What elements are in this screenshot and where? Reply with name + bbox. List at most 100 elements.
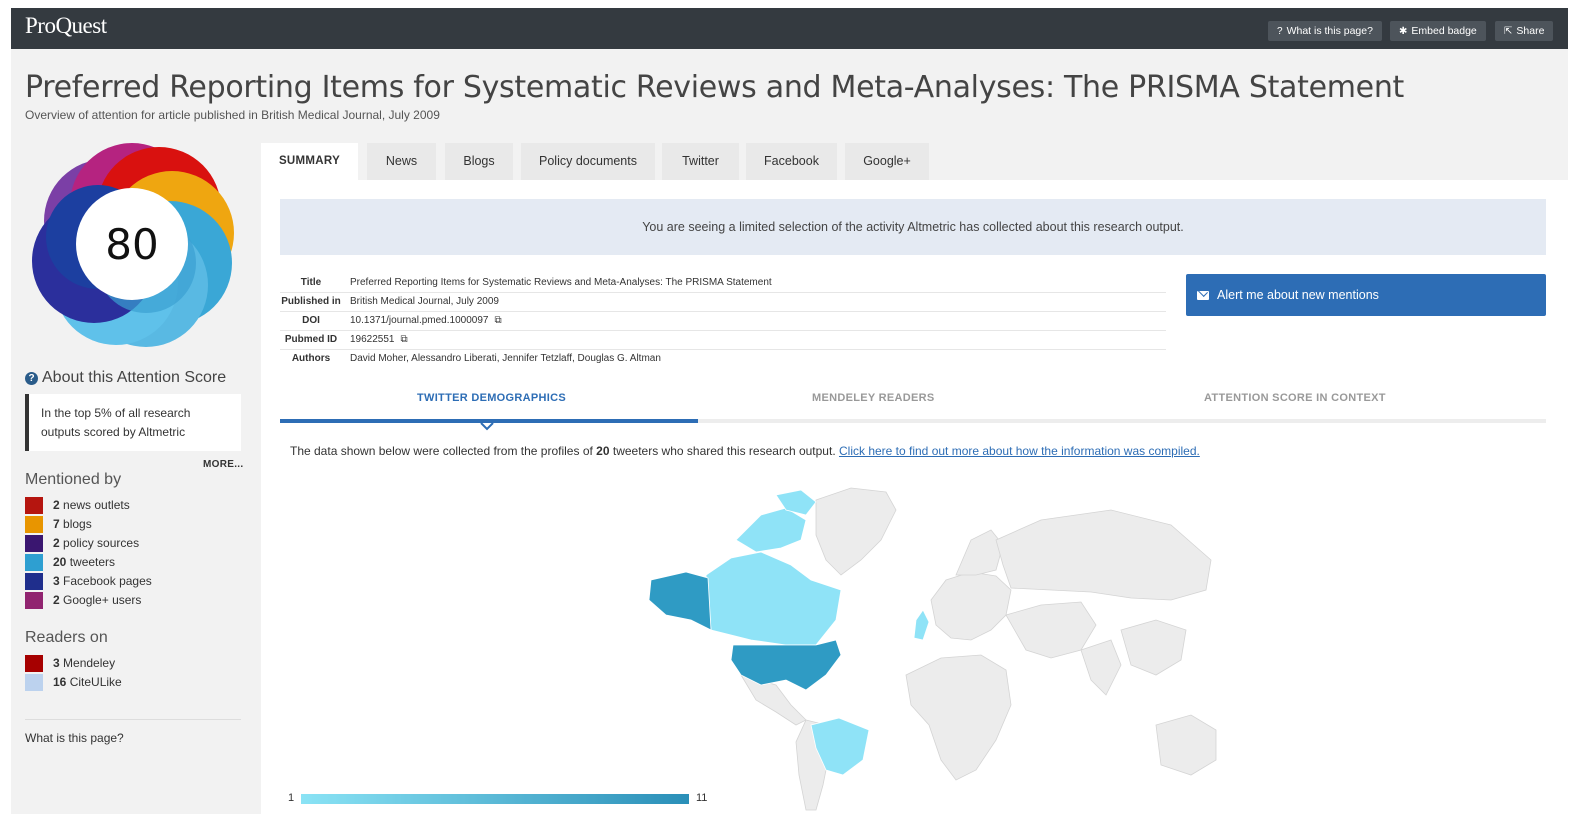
meta-value: British Medical Journal, July 2009 xyxy=(350,296,499,307)
meta-doi-link[interactable]: 10.1371/journal.pmed.1000097 ⧉ xyxy=(350,312,502,330)
mention-count: 20 xyxy=(53,555,67,569)
tab-facebook[interactable]: Facebook xyxy=(746,143,837,180)
meta-doi-row: DOI 10.1371/journal.pmed.1000097 ⧉ xyxy=(280,312,1166,331)
mention-count: 2 xyxy=(53,593,60,607)
about-score-label: About this Attention Score xyxy=(42,369,227,386)
reader-label: CiteULike xyxy=(69,675,122,689)
subtab-twitter-demographics[interactable]: TWITTER DEMOGRAPHICS xyxy=(417,392,566,404)
question-circle-icon: ? xyxy=(25,372,38,385)
mention-count: 7 xyxy=(53,517,60,531)
mention-label: Facebook pages xyxy=(63,574,152,588)
twitter-swatch xyxy=(25,554,43,571)
share-label: Share xyxy=(1516,25,1545,37)
mention-policy-sources[interactable]: 2 policy sources xyxy=(25,535,139,553)
meta-pubmed-row: Pubmed ID 19622551 ⧉ xyxy=(280,331,1166,350)
mention-google-plus-users[interactable]: 2 Google+ users xyxy=(25,592,141,610)
page-frame: ProQuest ? What is this page? ✱ Embed badg… xyxy=(11,8,1568,814)
readers-on-heading: Readers on xyxy=(25,629,108,646)
what-is-this-page-link[interactable]: What is this page? xyxy=(25,731,124,745)
readers-mendeley[interactable]: 3 Mendeley xyxy=(25,655,115,673)
meta-key: Authors xyxy=(291,353,331,364)
meta-key: Title xyxy=(300,277,322,288)
desc-text: The data shown below were collected from… xyxy=(290,444,597,458)
external-link-icon: ⧉ xyxy=(400,334,408,345)
article-metadata: Title Preferred Reporting Items for Syst… xyxy=(280,274,1166,369)
share-icon: ⇱ xyxy=(1504,26,1513,37)
tab-news[interactable]: News xyxy=(367,143,436,180)
mention-label: Google+ users xyxy=(63,593,142,607)
page-title: Preferred Reporting Items for Systematic… xyxy=(25,70,1405,105)
altmetric-donut[interactable]: 80 xyxy=(24,141,242,351)
mention-facebook-pages[interactable]: 3 Facebook pages xyxy=(25,573,152,591)
meta-authors-row: Authors David Moher, Alessandro Liberati… xyxy=(280,350,1166,369)
reader-count: 16 xyxy=(53,675,67,689)
mention-news-outlets[interactable]: 2 news outlets xyxy=(25,497,130,515)
legend-min: 1 xyxy=(288,792,295,804)
subtab-attention-score-in-context[interactable]: ATTENTION SCORE IN CONTEXT xyxy=(1204,392,1386,404)
mention-label: policy sources xyxy=(63,536,140,550)
meta-value: Preferred Reporting Items for Systematic… xyxy=(350,277,772,288)
tab-blogs[interactable]: Blogs xyxy=(445,143,513,180)
mention-tweeters[interactable]: 20 tweeters xyxy=(25,554,115,572)
embed-badge-label: Embed badge xyxy=(1411,25,1477,37)
top-bar: ProQuest ? What is this page? ✱ Embed badg… xyxy=(11,8,1568,49)
legend-gradient-bar xyxy=(301,794,689,804)
doi-value: 10.1371/journal.pmed.1000097 xyxy=(350,315,489,326)
mention-count: 2 xyxy=(53,536,60,550)
tab-google-plus[interactable]: Google+ xyxy=(845,143,929,180)
tweeter-count: 20 xyxy=(596,444,610,458)
mention-label: news outlets xyxy=(63,498,130,512)
desc-text: tweeters who shared this research output… xyxy=(609,444,839,458)
more-link[interactable]: MORE... xyxy=(203,459,243,470)
mention-blogs[interactable]: 7 blogs xyxy=(25,516,92,534)
sidebar-divider xyxy=(25,719,241,720)
subtab-mendeley-readers[interactable]: MENDELEY READERS xyxy=(812,392,935,404)
what-is-this-page-label: What is this page? xyxy=(1286,25,1373,37)
limited-selection-notice: You are seeing a limited selection of th… xyxy=(280,199,1546,255)
what-is-this-page-button[interactable]: ? What is this page? xyxy=(1268,21,1382,41)
meta-key: DOI xyxy=(302,315,320,326)
meta-key: Published in xyxy=(281,296,341,307)
mention-count: 3 xyxy=(53,574,60,588)
tab-summary[interactable]: SUMMARY xyxy=(261,143,358,180)
demographics-description: The data shown below were collected from… xyxy=(290,444,1200,458)
policy-swatch xyxy=(25,535,43,552)
pin-icon: ✱ xyxy=(1399,26,1408,37)
caret-down-icon xyxy=(480,422,494,431)
reader-count: 3 xyxy=(53,656,60,670)
pubmed-value: 19622551 xyxy=(350,334,395,345)
score-summary: In the top 5% of all research outputs sc… xyxy=(25,394,241,451)
mention-label: tweeters xyxy=(69,555,116,569)
blogs-swatch xyxy=(25,516,43,533)
meta-value: David Moher, Alessandro Liberati, Jennif… xyxy=(350,353,661,364)
meta-pubmed-link[interactable]: 19622551 ⧉ xyxy=(350,331,408,349)
world-map[interactable] xyxy=(611,480,1231,814)
meta-key: Pubmed ID xyxy=(284,334,338,345)
mentioned-by-heading: Mentioned by xyxy=(25,471,122,488)
meta-title-row: Title Preferred Reporting Items for Syst… xyxy=(280,274,1166,293)
score-value: 80 xyxy=(105,220,158,269)
tab-twitter[interactable]: Twitter xyxy=(662,143,739,180)
readers-citeulike[interactable]: 16 CiteULike xyxy=(25,674,122,692)
google-plus-swatch xyxy=(25,592,43,609)
citeulike-swatch xyxy=(25,674,43,691)
brand-logo[interactable]: ProQuest xyxy=(25,13,107,39)
tab-policy-documents[interactable]: Policy documents xyxy=(521,143,655,180)
legend-max: 11 xyxy=(696,792,708,804)
alert-button-label: Alert me about new mentions xyxy=(1217,288,1379,302)
embed-badge-button[interactable]: ✱ Embed badge xyxy=(1390,21,1486,41)
map-highlight xyxy=(648,489,930,776)
about-score-link[interactable]: ? About this Attention Score xyxy=(25,369,226,387)
alert-new-mentions-button[interactable]: Alert me about new mentions xyxy=(1186,274,1546,316)
how-compiled-link[interactable]: Click here to find out more about how th… xyxy=(839,444,1200,458)
share-button[interactable]: ⇱ Share xyxy=(1495,21,1554,41)
news-swatch xyxy=(25,497,43,514)
mendeley-swatch xyxy=(25,655,43,672)
meta-published-row: Published in British Medical Journal, Ju… xyxy=(280,293,1166,312)
question-icon: ? xyxy=(1277,26,1283,37)
facebook-swatch xyxy=(25,573,43,590)
reader-label: Mendeley xyxy=(63,656,116,670)
mention-label: blogs xyxy=(63,517,92,531)
envelope-icon xyxy=(1197,291,1209,300)
page-subtitle: Overview of attention for article publis… xyxy=(25,108,440,122)
